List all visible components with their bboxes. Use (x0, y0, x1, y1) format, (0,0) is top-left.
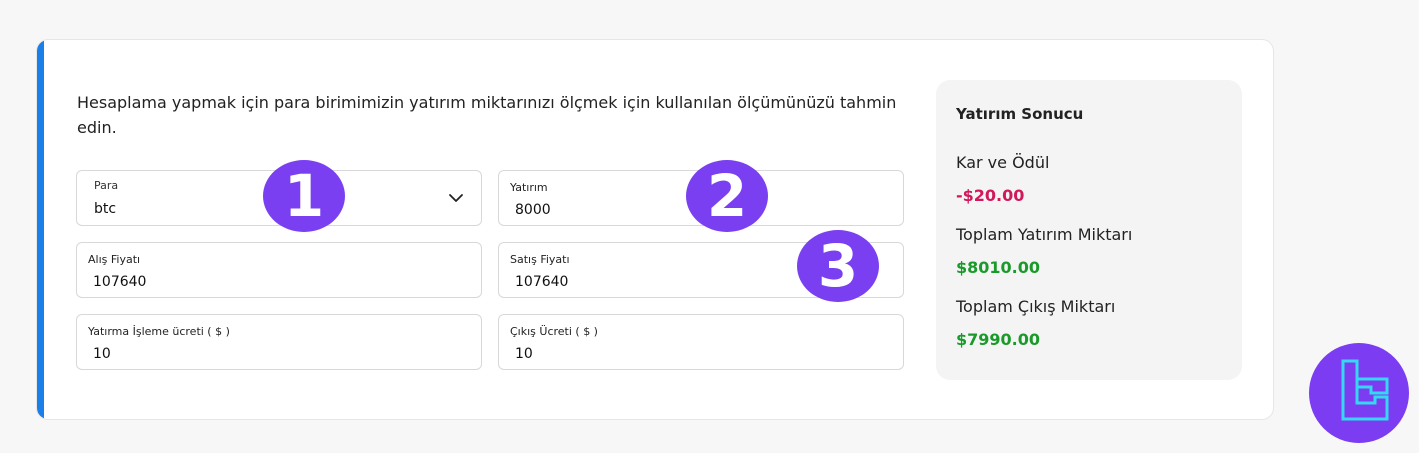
total-investment-value: $8010.00 (956, 258, 1041, 277)
total-exit-value: $7990.00 (956, 330, 1041, 349)
results-panel: Yatırım Sonucu Kar ve Ödül -$20.00 Topla… (936, 80, 1242, 380)
investment-label: Yatırım (510, 181, 548, 194)
brand-logo-mark (1341, 359, 1389, 421)
total-investment-label: Toplam Yatırım Miktarı (956, 225, 1133, 244)
step-badge-2: 2 (686, 160, 768, 232)
exit-fee-field[interactable]: Çıkış Ücreti ( $ ) (498, 314, 904, 370)
brand-logo-icon (1309, 343, 1409, 443)
intro-text: Hesaplama yapmak için para birimimizin y… (77, 93, 897, 137)
results-title: Yatırım Sonucu (956, 105, 1084, 123)
total-exit-label: Toplam Çıkış Miktarı (956, 297, 1116, 316)
buy-price-field[interactable]: Alış Fiyatı (76, 242, 482, 298)
profit-label: Kar ve Ödül (956, 153, 1050, 172)
buy-price-input[interactable] (93, 274, 463, 290)
sell-price-label: Satış Fiyatı (510, 253, 570, 266)
deposit-fee-input[interactable] (93, 346, 463, 362)
currency-label: Para (94, 179, 119, 192)
calculator-card: Hesaplama yapmak için para birimimizin y… (36, 39, 1274, 420)
exit-fee-input[interactable] (515, 346, 885, 362)
chevron-down-icon[interactable] (447, 189, 465, 207)
deposit-fee-label: Yatırma İşleme ücreti ( $ ) (88, 325, 230, 338)
step-badge-3: 3 (797, 230, 879, 302)
deposit-fee-field[interactable]: Yatırma İşleme ücreti ( $ ) (76, 314, 482, 370)
card-accent-bar (37, 40, 44, 419)
profit-value: -$20.00 (956, 186, 1025, 205)
exit-fee-label: Çıkış Ücreti ( $ ) (510, 325, 598, 338)
buy-price-label: Alış Fiyatı (88, 253, 141, 266)
step-badge-1: 1 (263, 160, 345, 232)
